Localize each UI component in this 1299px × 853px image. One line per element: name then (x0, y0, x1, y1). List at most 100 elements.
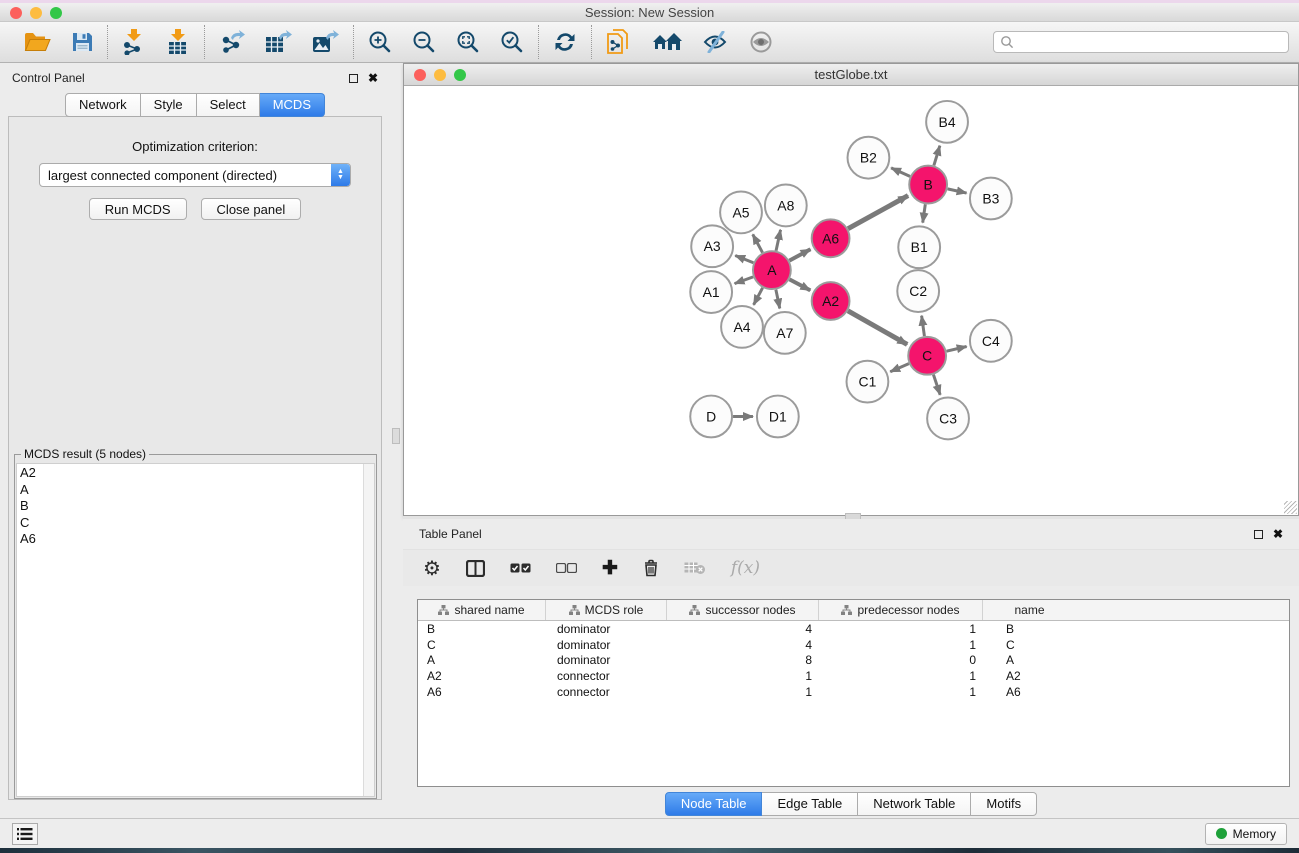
edge-A-A7[interactable] (776, 290, 780, 309)
memory-button[interactable]: Memory (1205, 823, 1287, 845)
select-all-columns-icon[interactable] (510, 563, 531, 573)
table-cell[interactable]: dominator (546, 653, 667, 667)
show-column-panel-icon[interactable] (466, 560, 485, 577)
table-row[interactable]: Cdominator41C (418, 637, 1289, 653)
show-graphics-details-icon[interactable] (748, 31, 774, 53)
edge-A-A6[interactable] (789, 249, 810, 260)
edge-A6-B[interactable] (848, 196, 908, 229)
open-session-icon[interactable] (24, 31, 51, 53)
edge-B-B4[interactable] (934, 146, 940, 166)
edge-A-A3[interactable] (735, 255, 753, 262)
zoom-selected-icon[interactable] (500, 30, 524, 54)
table-row[interactable]: Bdominator41B (418, 621, 1289, 637)
table-cell[interactable]: A (983, 653, 1076, 667)
table-cell[interactable]: 1 (819, 685, 983, 699)
search-box[interactable] (993, 31, 1289, 53)
table-row[interactable]: A6connector11A6 (418, 684, 1289, 700)
network-graph[interactable]: B4B2BB3B1A5A8A3A6AA1A4A7A2C2CC4C1C3DD1 (404, 87, 1298, 515)
result-item[interactable]: A6 (20, 531, 371, 548)
table-cell[interactable]: 4 (667, 638, 819, 652)
export-image-icon[interactable] (312, 30, 339, 54)
window-titlebar[interactable]: Session: New Session (0, 3, 1299, 22)
network-window-lights[interactable] (414, 69, 466, 81)
close-panel-button[interactable]: Close panel (201, 198, 302, 220)
zoom-window-button[interactable] (50, 7, 62, 19)
table-cell[interactable]: 0 (819, 653, 983, 667)
criterion-select[interactable]: largest connected component (directed) ▲… (39, 163, 351, 187)
import-table-icon[interactable] (166, 29, 190, 55)
result-item[interactable]: A2 (20, 465, 371, 482)
tab-motifs[interactable]: Motifs (971, 792, 1037, 816)
export-table-icon[interactable] (265, 30, 292, 54)
column-header-shared-name[interactable]: shared name (418, 600, 546, 620)
result-item[interactable]: B (20, 498, 371, 515)
table-options-gear-icon[interactable]: ⚙ (423, 556, 441, 581)
run-mcds-button[interactable]: Run MCDS (89, 198, 187, 220)
delete-table-icon[interactable] (684, 561, 706, 575)
network-canvas[interactable]: B4B2BB3B1A5A8A3A6AA1A4A7A2C2CC4C1C3DD1 (404, 87, 1298, 515)
column-header-name[interactable]: name (983, 600, 1076, 620)
table-cell[interactable]: connector (546, 669, 667, 683)
table-cell[interactable]: A2 (418, 669, 546, 683)
tab-style[interactable]: Style (141, 93, 197, 117)
table-cell[interactable]: 1 (819, 622, 983, 636)
tab-select[interactable]: Select (197, 93, 260, 117)
delete-columns-icon[interactable] (643, 559, 659, 577)
table-cell[interactable]: B (418, 622, 546, 636)
close-window-button[interactable] (10, 7, 22, 19)
minimize-window-button[interactable] (30, 7, 42, 19)
duplicate-network-icon[interactable] (606, 28, 632, 56)
close-table-panel-icon[interactable]: ✖ (1273, 529, 1283, 539)
result-scrollbar[interactable] (363, 464, 374, 796)
column-header-mcds-role[interactable]: MCDS role (546, 600, 667, 620)
function-builder-icon[interactable]: f(x) (731, 558, 760, 578)
network-zoom-button[interactable] (454, 69, 466, 81)
zoom-in-icon[interactable] (368, 30, 392, 54)
table-cell[interactable]: A2 (983, 669, 1076, 683)
float-table-panel-icon[interactable] (1254, 530, 1263, 539)
float-panel-icon[interactable] (349, 74, 358, 83)
result-item[interactable]: A (20, 482, 371, 499)
edge-C-C3[interactable] (933, 375, 940, 395)
edge-B-B2[interactable] (891, 168, 910, 176)
network-minimize-button[interactable] (434, 69, 446, 81)
close-panel-icon[interactable]: ✖ (368, 73, 378, 83)
table-cell[interactable]: 1 (667, 669, 819, 683)
node-table[interactable]: shared name MCDS role successor nodes pr… (417, 599, 1290, 787)
table-cell[interactable]: 1 (667, 685, 819, 699)
unselect-all-columns-icon[interactable] (556, 563, 577, 573)
search-input[interactable] (1014, 35, 1282, 49)
table-cell[interactable]: dominator (546, 638, 667, 652)
table-cell[interactable]: 8 (667, 653, 819, 667)
tab-network-table[interactable]: Network Table (858, 792, 971, 816)
column-header-successor-nodes[interactable]: successor nodes (667, 600, 819, 620)
hide-graphics-details-icon[interactable] (702, 31, 728, 53)
edge-A-A4[interactable] (754, 288, 763, 305)
tab-mcds[interactable]: MCDS (260, 93, 325, 117)
table-cell[interactable]: 1 (819, 669, 983, 683)
table-cell[interactable]: A6 (418, 685, 546, 699)
export-network-icon[interactable] (219, 30, 245, 54)
network-window-titlebar[interactable]: testGlobe.txt (404, 64, 1298, 86)
table-cell[interactable]: connector (546, 685, 667, 699)
refresh-layout-icon[interactable] (553, 30, 577, 54)
result-item[interactable]: C (20, 515, 371, 532)
edge-A-A2[interactable] (789, 279, 810, 290)
edge-B-B3[interactable] (948, 189, 967, 193)
import-network-icon[interactable] (122, 29, 146, 55)
table-cell[interactable]: 4 (667, 622, 819, 636)
edge-C-C4[interactable] (947, 346, 967, 351)
save-session-icon[interactable] (71, 31, 93, 53)
table-cell[interactable]: C (418, 638, 546, 652)
zoom-fit-icon[interactable] (456, 30, 480, 54)
table-row[interactable]: Adominator80A (418, 653, 1289, 669)
network-close-button[interactable] (414, 69, 426, 81)
edge-C-C2[interactable] (922, 316, 925, 336)
tab-network[interactable]: Network (65, 93, 141, 117)
zoom-out-icon[interactable] (412, 30, 436, 54)
splitter-grip[interactable] (392, 428, 400, 444)
traffic-lights[interactable] (10, 7, 62, 19)
table-cell[interactable]: A6 (983, 685, 1076, 699)
task-history-button[interactable] (12, 823, 38, 845)
edge-A2-C[interactable] (848, 311, 907, 345)
